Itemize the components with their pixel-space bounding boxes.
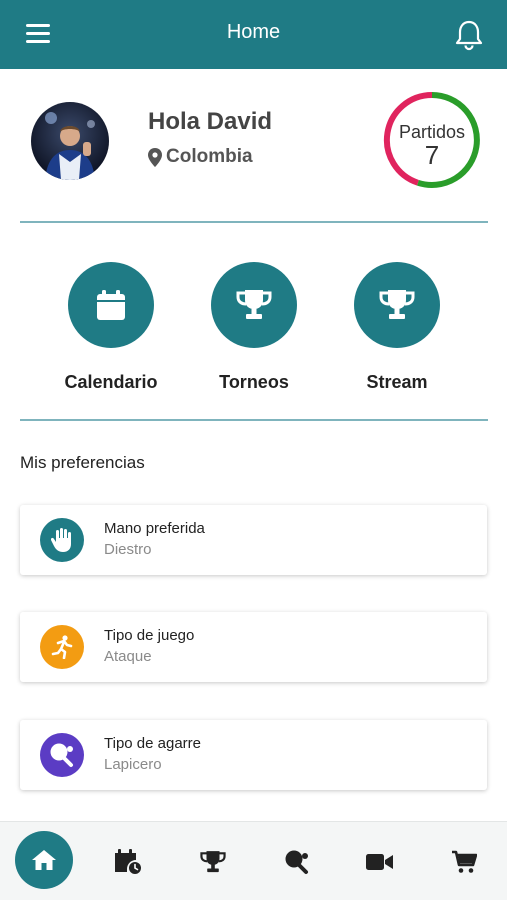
- trophy-icon: [379, 290, 415, 319]
- ping-pong-paddle-icon: [50, 743, 73, 767]
- preference-title: Tipo de juego: [104, 627, 195, 644]
- app-header: Home: [0, 0, 507, 69]
- shopping-cart-icon: [452, 850, 477, 873]
- calendar-icon: [97, 290, 125, 320]
- trophy-icon: [200, 850, 226, 872]
- preference-card-play-style[interactable]: Tipo de juego Ataque: [20, 612, 487, 682]
- nav-shop[interactable]: [444, 822, 484, 900]
- divider: [20, 419, 488, 421]
- trophy-icon: [236, 290, 272, 319]
- preference-title: Mano preferida: [104, 520, 205, 537]
- bottom-navigation: [0, 821, 507, 900]
- home-icon: [32, 850, 56, 870]
- nav-video[interactable]: [360, 822, 400, 900]
- video-camera-icon: [366, 853, 393, 870]
- location-text: Colombia: [166, 146, 253, 167]
- preferences-heading: Mis preferencias: [20, 453, 145, 472]
- calendar-label: Calendario: [64, 372, 158, 392]
- nav-tournaments[interactable]: [193, 822, 233, 900]
- matches-count: 7: [424, 140, 440, 170]
- preference-card-grip[interactable]: Tipo de agarre Lapicero: [20, 720, 487, 790]
- ping-pong-paddle-icon: [285, 850, 308, 874]
- nav-schedule[interactable]: [108, 822, 148, 900]
- nav-ping-pong[interactable]: [277, 822, 317, 900]
- avatar[interactable]: [31, 102, 109, 180]
- page-title: Home: [226, 21, 281, 43]
- stream-button[interactable]: Stream: [322, 262, 472, 402]
- map-pin-icon: [148, 147, 162, 167]
- preference-value: Ataque: [104, 648, 152, 665]
- tournaments-button[interactable]: Torneos: [179, 262, 329, 402]
- running-person-icon: [51, 635, 73, 659]
- stream-label: Stream: [366, 372, 428, 392]
- profile-summary: Hola David Colombia Partidos 7: [0, 69, 507, 219]
- calendar-button[interactable]: Calendario: [36, 262, 186, 402]
- preference-value: Lapicero: [104, 756, 162, 773]
- location: Colombia: [148, 146, 253, 168]
- preference-card-hand[interactable]: Mano preferida Diestro: [20, 505, 487, 575]
- hand-icon: [51, 528, 71, 552]
- bell-icon[interactable]: [454, 19, 484, 51]
- nav-home[interactable]: [15, 831, 73, 889]
- preference-title: Tipo de agarre: [104, 735, 202, 752]
- preference-value: Diestro: [104, 541, 152, 558]
- greeting-text: Hola David: [148, 108, 273, 135]
- divider: [20, 221, 488, 223]
- matches-counter[interactable]: Partidos 7: [382, 90, 482, 190]
- calendar-clock-icon: [115, 848, 141, 874]
- tournaments-label: Torneos: [219, 372, 289, 392]
